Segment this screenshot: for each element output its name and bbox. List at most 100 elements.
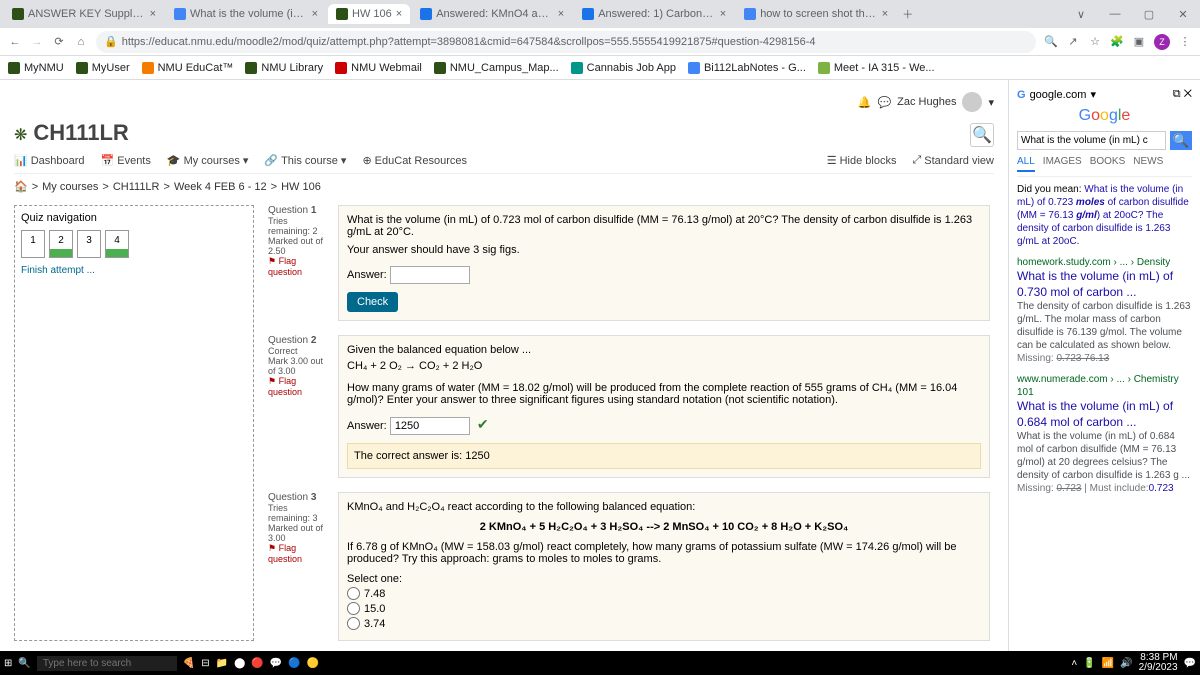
url-text: https://educat.nmu.edu/moodle2/mod/quiz/… bbox=[122, 36, 816, 48]
crumb-week[interactable]: Week 4 FEB 6 - 12 bbox=[174, 181, 267, 193]
taskbar-taskview-icon[interactable]: ⊟ bbox=[201, 658, 209, 669]
tray-sound-icon[interactable]: 🔊 bbox=[1120, 658, 1132, 669]
browser-tab[interactable]: Answered: 1) Carbon disulphide× bbox=[574, 4, 734, 24]
close-tab-icon[interactable]: × bbox=[312, 8, 318, 20]
close-tab-icon[interactable]: × bbox=[558, 8, 564, 20]
nav-this-course[interactable]: 🔗 This course ▾ bbox=[264, 154, 346, 167]
bookmark-item[interactable]: NMU Library bbox=[245, 62, 323, 74]
search-icon[interactable]: 🔍 bbox=[1044, 35, 1058, 49]
username[interactable]: Zac Hughes bbox=[897, 96, 956, 108]
tray-battery-icon[interactable]: 🔋 bbox=[1083, 658, 1095, 669]
q1-check-button[interactable]: Check bbox=[347, 292, 398, 312]
crumb-hw[interactable]: HW 106 bbox=[281, 181, 321, 193]
close-tab-icon[interactable]: × bbox=[720, 8, 726, 20]
bookmark-item[interactable]: NMU Webmail bbox=[335, 62, 422, 74]
tray-clock[interactable]: 8:38 PM 2/9/2023 bbox=[1139, 653, 1178, 673]
google-search-button[interactable]: 🔍 bbox=[1170, 131, 1192, 150]
tray-wifi-icon[interactable]: 📶 bbox=[1102, 658, 1114, 669]
taskbar-search-input[interactable] bbox=[37, 656, 177, 671]
close-tab-icon[interactable]: × bbox=[882, 8, 888, 20]
google-tab-all[interactable]: ALL bbox=[1017, 156, 1035, 172]
google-result-1[interactable]: homework.study.com › ... › Density What … bbox=[1017, 256, 1192, 365]
star-icon[interactable]: ☆ bbox=[1088, 35, 1102, 49]
google-result-tabs: ALL IMAGES BOOKS NEWS bbox=[1017, 156, 1192, 177]
quiz-nav-item[interactable]: 4 bbox=[105, 230, 129, 258]
bookmark-item[interactable]: MyUser bbox=[76, 62, 130, 74]
browser-tab[interactable]: HW 106× bbox=[328, 4, 410, 24]
google-tab-news[interactable]: NEWS bbox=[1133, 156, 1163, 172]
nav-my-courses[interactable]: 🎓 My courses ▾ bbox=[167, 154, 248, 167]
browser-tab[interactable]: What is the volume (in mL) of 0.× bbox=[166, 4, 326, 24]
chat-icon[interactable]: 💬 bbox=[877, 96, 891, 109]
nav-educat-resources[interactable]: ⊕ EduCat Resources bbox=[362, 154, 467, 167]
extension-icon[interactable]: 🧩 bbox=[1110, 35, 1124, 49]
taskbar-discord-icon[interactable]: 💬 bbox=[270, 658, 282, 669]
taskbar-disney-icon[interactable]: 🔵 bbox=[288, 658, 300, 669]
avatar[interactable] bbox=[962, 92, 982, 112]
google-did-you-mean[interactable]: Did you mean: What is the volume (in mL)… bbox=[1017, 183, 1192, 248]
google-tab-books[interactable]: BOOKS bbox=[1090, 156, 1126, 172]
close-tab-icon[interactable]: × bbox=[150, 8, 156, 20]
q1-answer-input[interactable] bbox=[390, 266, 470, 284]
bookmark-item[interactable]: NMU EduCat™ bbox=[142, 62, 234, 74]
q3-option[interactable]: 7.48 bbox=[347, 587, 981, 600]
taskbar-pizza-icon[interactable]: 🍕 bbox=[183, 658, 195, 669]
reader-icon[interactable]: ▣ bbox=[1132, 35, 1146, 49]
google-tab-images[interactable]: IMAGES bbox=[1043, 156, 1082, 172]
user-menu-chevron[interactable]: ▾ bbox=[988, 96, 994, 109]
browser-tab[interactable]: how to screen shot think pad - G× bbox=[736, 4, 896, 24]
back-icon[interactable]: ← bbox=[8, 35, 22, 49]
close-panel-icon[interactable]: ✕ bbox=[1184, 88, 1192, 100]
maximize-icon[interactable]: ▢ bbox=[1132, 0, 1166, 28]
bookmark-item[interactable]: NMU_Campus_Map... bbox=[434, 62, 559, 74]
taskbar-game-icon[interactable]: 🟡 bbox=[307, 658, 319, 669]
profile-icon[interactable]: Z bbox=[1154, 34, 1170, 50]
q3-option[interactable]: 15.0 bbox=[347, 602, 981, 615]
course-search-button[interactable]: 🔍 bbox=[970, 123, 994, 147]
google-search-input[interactable] bbox=[1017, 131, 1166, 150]
browser-tab[interactable]: Answered: KMnO4 and H2C2O4× bbox=[412, 4, 572, 24]
flag-question-3[interactable]: ⚑ Flag question bbox=[268, 543, 328, 564]
home-icon[interactable]: 🏠 bbox=[14, 180, 28, 193]
crumb-my-courses[interactable]: My courses bbox=[42, 181, 98, 193]
bookmark-item[interactable]: Bi112LabNotes - G... bbox=[688, 62, 806, 74]
nav-hide-blocks[interactable]: ☰ Hide blocks bbox=[827, 154, 897, 167]
new-tab-button[interactable]: ＋ bbox=[896, 6, 919, 22]
google-result-2[interactable]: www.numerade.com › ... › Chemistry 101 W… bbox=[1017, 373, 1192, 495]
browser-tab[interactable]: ANSWER KEY Supplemental Prob× bbox=[4, 4, 164, 24]
forward-icon[interactable]: → bbox=[30, 35, 44, 49]
nav-events[interactable]: 📅 Events bbox=[101, 154, 151, 167]
taskbar-pokeball-icon[interactable]: ⬤ bbox=[234, 658, 245, 669]
nav-standard-view[interactable]: ⤢ Standard view bbox=[912, 154, 994, 167]
taskbar-explorer-icon[interactable]: 📁 bbox=[216, 658, 228, 669]
menu-icon[interactable]: ⋮ bbox=[1178, 35, 1192, 49]
check-icon: ✔ bbox=[477, 416, 489, 432]
tray-notifications-icon[interactable]: 💬 bbox=[1184, 658, 1196, 669]
url-input[interactable]: 🔒 https://educat.nmu.edu/moodle2/mod/qui… bbox=[96, 31, 1036, 53]
crumb-course[interactable]: CH111LR bbox=[113, 181, 160, 193]
close-window-icon[interactable]: ✕ bbox=[1166, 0, 1200, 28]
quiz-nav-item[interactable]: 1 bbox=[21, 230, 45, 258]
quiz-nav-item[interactable]: 3 bbox=[77, 230, 101, 258]
tray-up-icon[interactable]: ˄ bbox=[1071, 658, 1077, 669]
open-external-icon[interactable]: ⧉ bbox=[1173, 88, 1181, 100]
taskbar-chrome-icon[interactable]: 🔴 bbox=[251, 658, 263, 669]
q2-answer-input[interactable] bbox=[390, 417, 470, 435]
bookmark-item[interactable]: Meet - IA 315 - We... bbox=[818, 62, 935, 74]
minimize-icon[interactable]: — bbox=[1098, 0, 1132, 28]
bell-icon[interactable]: 🔔 bbox=[858, 96, 872, 109]
quiz-nav-item[interactable]: 2 bbox=[49, 230, 73, 258]
q3-option[interactable]: 3.74 bbox=[347, 617, 981, 630]
nav-dashboard[interactable]: 📊 Dashboard bbox=[14, 154, 85, 167]
flag-question-1[interactable]: ⚑ Flag question bbox=[268, 256, 328, 277]
reload-icon[interactable]: ⟳ bbox=[52, 35, 66, 49]
bookmark-item[interactable]: Cannabis Job App bbox=[571, 62, 676, 74]
close-tab-icon[interactable]: × bbox=[396, 8, 402, 20]
finish-attempt-link[interactable]: Finish attempt ... bbox=[21, 265, 95, 276]
start-button[interactable]: ⊞ bbox=[4, 658, 12, 669]
bookmark-item[interactable]: MyNMU bbox=[8, 62, 64, 74]
home-icon[interactable]: ⌂ bbox=[74, 35, 88, 49]
chevron-down-icon[interactable]: ∨ bbox=[1064, 0, 1098, 28]
share-icon[interactable]: ↗ bbox=[1066, 35, 1080, 49]
flag-question-2[interactable]: ⚑ Flag question bbox=[268, 376, 328, 397]
